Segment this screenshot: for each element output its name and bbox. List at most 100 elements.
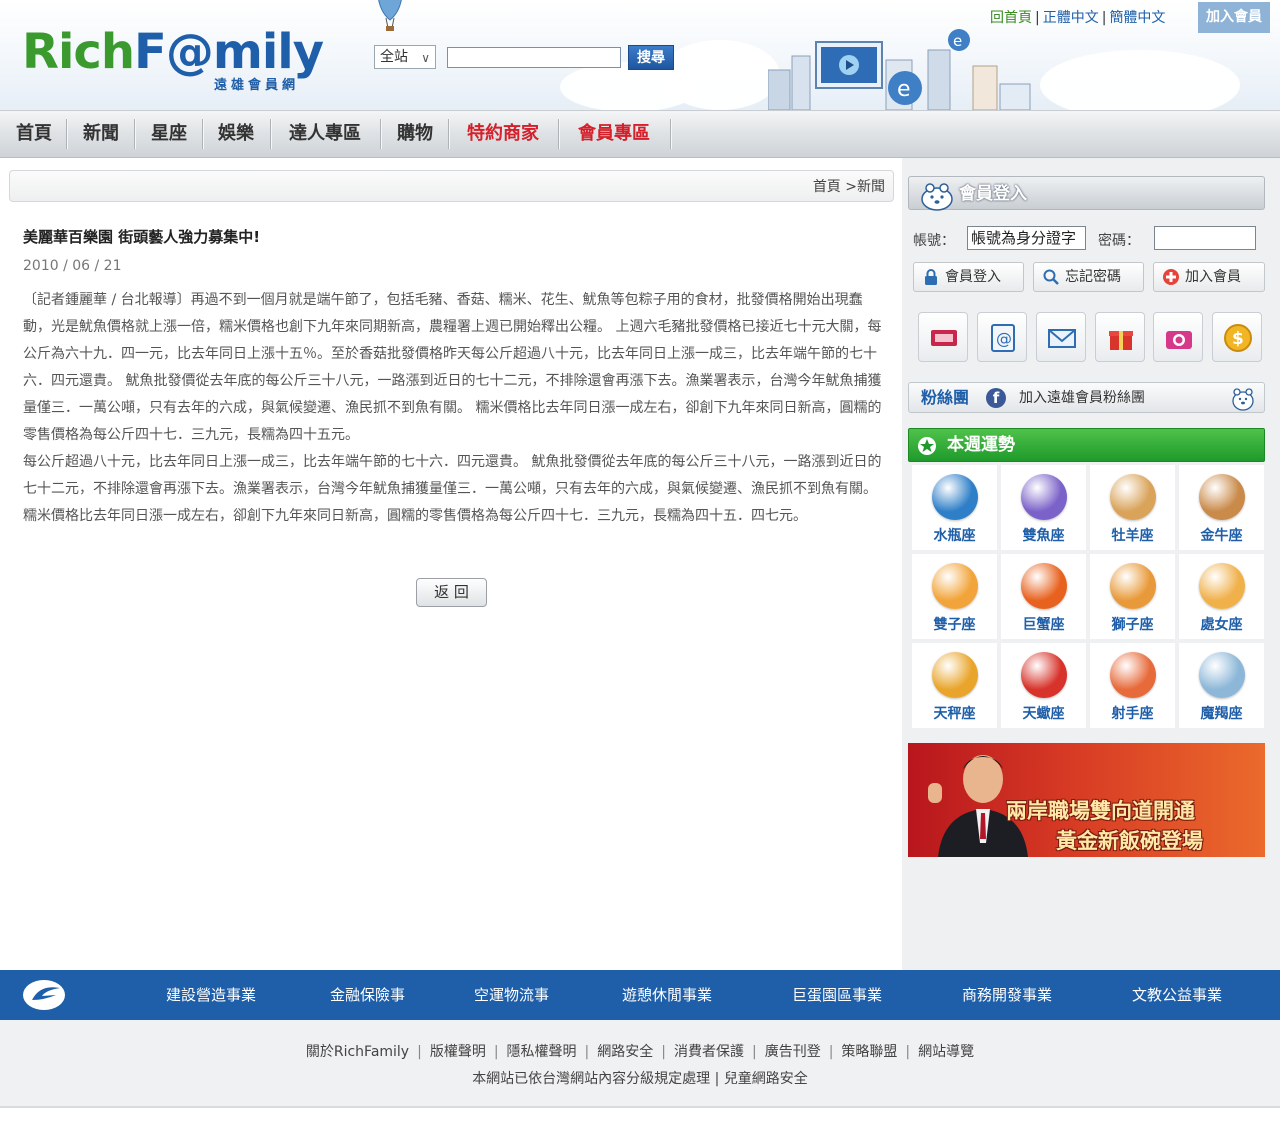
search-scope-value: 全站 bbox=[380, 49, 408, 65]
gift-icon[interactable] bbox=[1095, 312, 1145, 362]
horoscope-cancer[interactable]: 巨蟹座 bbox=[1001, 554, 1086, 639]
cloud-decoration bbox=[660, 40, 780, 110]
coin-icon[interactable]: $ bbox=[1212, 312, 1262, 362]
link-separator: | bbox=[1035, 10, 1040, 26]
scorpio-icon bbox=[1021, 652, 1067, 698]
footer-link-leisure[interactable]: 遊憩休閒事業 bbox=[622, 970, 712, 1020]
footer-link-finance[interactable]: 金融保險事 bbox=[330, 970, 405, 1020]
weekly-horoscope-title: 本週運勢 bbox=[947, 435, 1015, 455]
nav-item-experts[interactable]: 達人專區 bbox=[276, 111, 374, 157]
footer-separator: | bbox=[714, 1071, 720, 1087]
member-login-button[interactable]: 會員登入 bbox=[913, 262, 1024, 292]
footer-separator: | bbox=[661, 1044, 666, 1060]
site-header: RichF@mily 遠雄會員網 全站 ∨ 搜尋 e e 回首頁 | 正體中文 | 簡體… bbox=[0, 0, 1280, 110]
mail-icon[interactable] bbox=[1036, 312, 1086, 362]
fans-club-bar[interactable]: 粉絲團 f 加入遠雄會員粉絲團 bbox=[908, 382, 1265, 413]
forgot-password-button[interactable]: 忘記密碼 bbox=[1033, 262, 1144, 292]
footer-link-copyright[interactable]: 版權聲明 bbox=[430, 1044, 486, 1060]
article-paragraph: 每公斤超過八十元，比去年同日上漲一成三，比去年端午節的七十六．四元還貴。 魷魚批… bbox=[23, 454, 882, 524]
footer-link-construction[interactable]: 建設營造事業 bbox=[166, 970, 256, 1020]
search-scope-select[interactable]: 全站 ∨ bbox=[374, 45, 436, 69]
join-member-side-button[interactable]: 加入會員 bbox=[1153, 262, 1265, 292]
forgot-password-label: 忘記密碼 bbox=[1065, 269, 1121, 285]
horoscope-sagittarius[interactable]: 射手座 bbox=[1090, 643, 1175, 728]
traditional-chinese-link[interactable]: 正體中文 bbox=[1043, 10, 1099, 26]
horoscope-name: 水瓶座 bbox=[933, 528, 976, 544]
member-login-header: 會員登入 bbox=[908, 176, 1265, 211]
search-button[interactable]: 搜尋 bbox=[628, 45, 674, 70]
search-input[interactable] bbox=[447, 47, 621, 68]
horoscope-name: 牡羊座 bbox=[1111, 528, 1154, 544]
nav-item-horoscope[interactable]: 星座 bbox=[140, 111, 198, 157]
nav-item-member-zone[interactable]: 會員專區 bbox=[564, 111, 664, 157]
banner-subheadline: 黃金新飯碗登場 bbox=[1056, 829, 1203, 853]
logo-text-rich: Rich bbox=[22, 24, 135, 80]
logo-subtitle: 遠雄會員網 bbox=[214, 78, 300, 93]
footer-link-alliance[interactable]: 策略聯盟 bbox=[841, 1044, 897, 1060]
horoscope-libra[interactable]: 天秤座 bbox=[912, 643, 997, 728]
email-at-icon[interactable]: @ bbox=[977, 312, 1027, 362]
footer-separator: | bbox=[493, 1044, 499, 1060]
simplified-chinese-link[interactable]: 簡體中文 bbox=[1109, 10, 1165, 26]
horoscope-aries[interactable]: 牡羊座 bbox=[1090, 465, 1175, 550]
member-login-title: 會員登入 bbox=[959, 184, 1027, 204]
article-body: 〔記者鍾麗華 / 台北報導〕再過不到一個月就是端午節了，包括毛豬、香菇、糯米、花… bbox=[23, 287, 885, 530]
top-links: 回首頁 | 正體中文 | 簡體中文 bbox=[990, 8, 1165, 28]
horoscope-aquarius[interactable]: 水瓶座 bbox=[912, 465, 997, 550]
ticket-graphic bbox=[931, 330, 957, 346]
facebook-icon: f bbox=[986, 388, 1006, 408]
footer-separator: | bbox=[417, 1044, 422, 1060]
horoscope-taurus[interactable]: 金牛座 bbox=[1179, 465, 1264, 550]
password-input[interactable] bbox=[1154, 226, 1256, 250]
horoscope-name: 射手座 bbox=[1111, 706, 1154, 722]
account-input[interactable]: 帳號為身分證字 bbox=[967, 226, 1086, 250]
virgo-icon bbox=[1199, 563, 1245, 609]
join-member-side-label: 加入會員 bbox=[1185, 269, 1241, 285]
site-logo[interactable]: RichF@mily bbox=[22, 24, 324, 80]
polar-bear-mascot-icon bbox=[1232, 388, 1254, 411]
footer-link-consumer[interactable]: 消費者保護 bbox=[674, 1044, 744, 1060]
farglory-logo-icon[interactable] bbox=[22, 978, 66, 1012]
footer-link-about[interactable]: 關於RichFamily bbox=[306, 1044, 409, 1060]
horoscope-capricorn[interactable]: 魔羯座 bbox=[1179, 643, 1264, 728]
nav-divider bbox=[270, 119, 271, 149]
career-banner-ad[interactable]: 兩岸職場雙向道開通 黃金新飯碗登場 bbox=[908, 743, 1265, 857]
balloon-icon bbox=[378, 0, 402, 31]
nav-item-home[interactable]: 首頁 bbox=[6, 111, 62, 157]
nav-divider bbox=[202, 119, 203, 149]
nav-item-news[interactable]: 新聞 bbox=[72, 111, 130, 157]
weekly-horoscope-header: 本週運勢 bbox=[908, 428, 1265, 462]
nav-item-entertainment[interactable]: 娛樂 bbox=[206, 111, 266, 157]
breadcrumb[interactable]: 首頁 >新聞 bbox=[813, 171, 885, 203]
footer-link-dome[interactable]: 巨蛋園區事業 bbox=[792, 970, 882, 1020]
footer-link-logistics[interactable]: 空運物流事 bbox=[474, 970, 549, 1020]
camera-icon[interactable] bbox=[1153, 312, 1203, 362]
join-member-button[interactable]: 加入會員 bbox=[1198, 2, 1270, 33]
horoscope-name: 天秤座 bbox=[933, 706, 976, 722]
taurus-icon bbox=[1199, 474, 1245, 520]
cloud-decoration bbox=[1040, 50, 1240, 110]
footer-link-sitemap[interactable]: 網站導覽 bbox=[918, 1044, 974, 1060]
footer-link-ads[interactable]: 廣告刊登 bbox=[765, 1044, 821, 1060]
home-link[interactable]: 回首頁 bbox=[990, 10, 1032, 26]
content-rating-note: 本網站已依台灣網站內容分級規定處理 bbox=[472, 1071, 711, 1087]
horoscope-gemini[interactable]: 雙子座 bbox=[912, 554, 997, 639]
nav-item-shopping[interactable]: 購物 bbox=[386, 111, 444, 157]
horoscope-virgo[interactable]: 處女座 bbox=[1179, 554, 1264, 639]
footer-link-privacy[interactable]: 隱私權聲明 bbox=[507, 1044, 577, 1060]
footer-link-business[interactable]: 商務開發事業 bbox=[962, 970, 1052, 1020]
footer-separator: | bbox=[584, 1044, 590, 1060]
article-paragraph: 〔記者鍾麗華 / 台北報導〕再過不到一個月就是端午節了，包括毛豬、香菇、糯米、花… bbox=[23, 292, 882, 443]
footer-link-education[interactable]: 文教公益事業 bbox=[1132, 970, 1222, 1020]
polar-bear-icon bbox=[921, 183, 953, 211]
horoscope-scorpio[interactable]: 天蠍座 bbox=[1001, 643, 1086, 728]
horoscope-pisces[interactable]: 雙魚座 bbox=[1001, 465, 1086, 550]
horoscope-leo[interactable]: 獅子座 bbox=[1090, 554, 1175, 639]
back-button[interactable]: 返 回 bbox=[416, 578, 487, 607]
ticket-icon[interactable] bbox=[918, 312, 968, 362]
cancer-icon bbox=[1021, 563, 1067, 609]
nav-item-partner-merchants[interactable]: 特約商家 bbox=[454, 111, 552, 157]
footer-link-security[interactable]: 網路安全 bbox=[597, 1044, 653, 1060]
lock-icon bbox=[925, 269, 937, 285]
child-safety-link[interactable]: 兒童網路安全 bbox=[724, 1071, 808, 1087]
